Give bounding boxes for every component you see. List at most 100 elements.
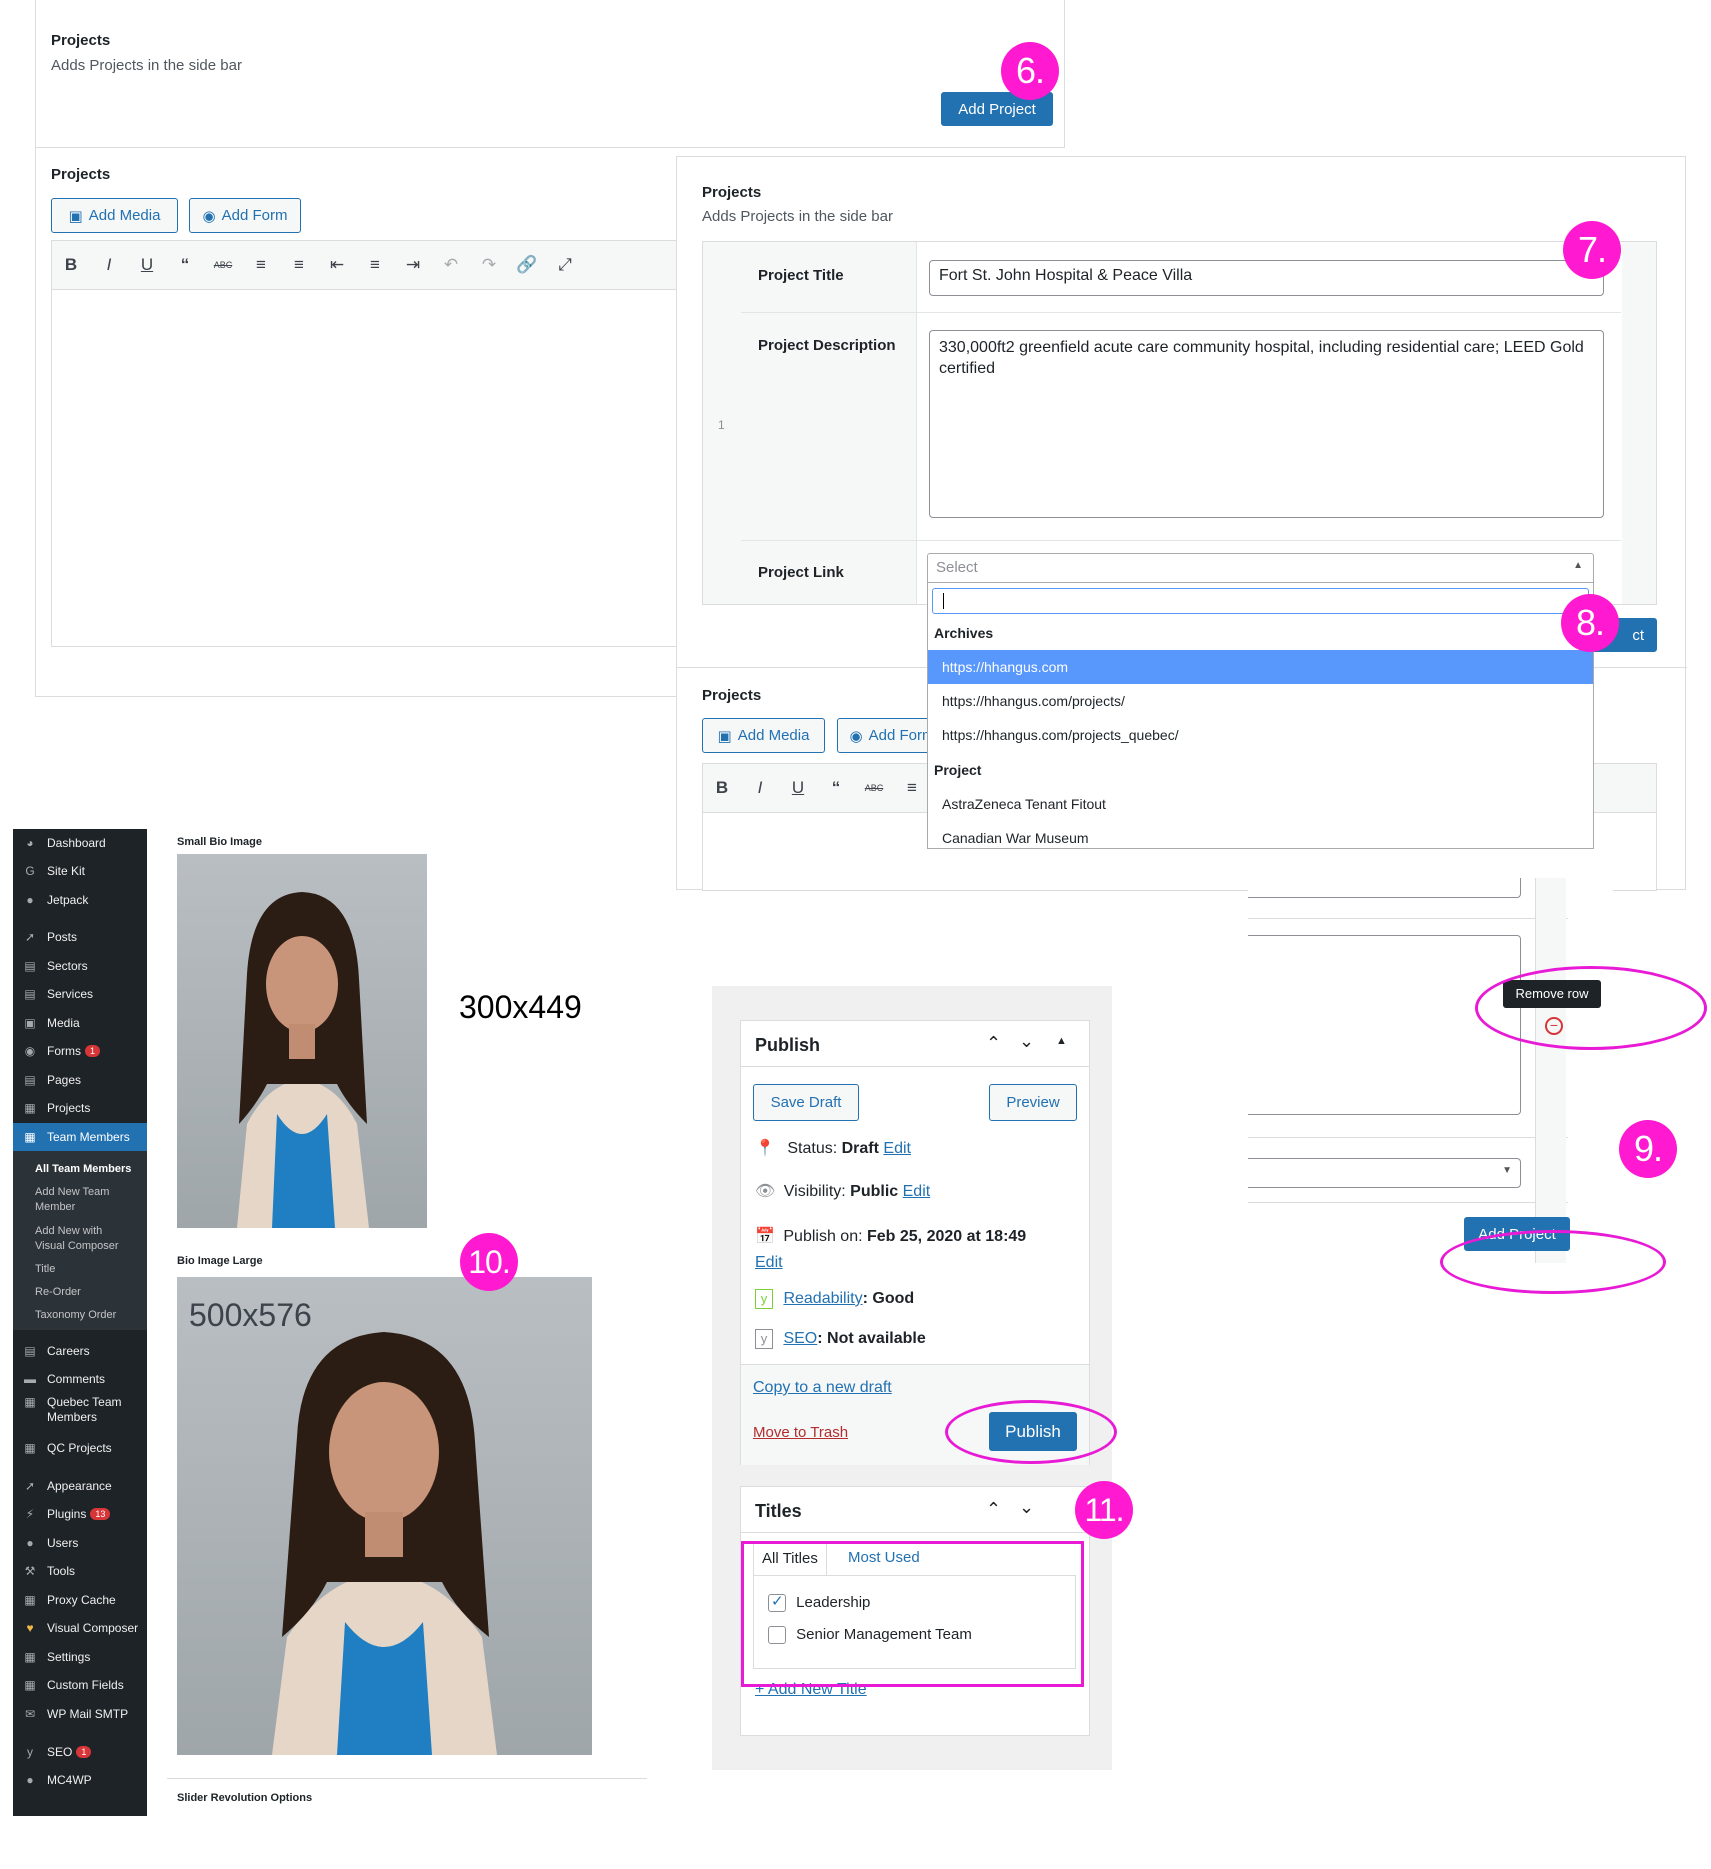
sidebar-item-visual-composer[interactable]: ♥ Visual Composer [13,1614,147,1642]
sidebar-item-settings[interactable]: ▦ Settings [13,1643,147,1671]
fragment-select[interactable]: ▼ [1248,1158,1521,1188]
chevron-up-icon[interactable]: ⌃ [986,1033,1001,1054]
move-to-trash-link[interactable]: Move to Trash [753,1424,848,1441]
dropdown-option[interactable]: https://hhangus.com [928,650,1593,684]
team-icon: ▦ [24,1130,36,1144]
step-10-badge: 10. [460,1233,518,1291]
second-projects-title: Projects [702,687,762,704]
repeater-add-project-label: ct [1632,626,1644,644]
publish-on-edit-link[interactable]: Edit [755,1254,783,1271]
forms-icon: ◉ [24,1044,36,1058]
row-handle[interactable]: 1 [703,242,742,604]
link-icon[interactable]: 🔗 [508,255,546,275]
dropdown-option[interactable]: https://hhangus.com/projects/ [928,684,1593,718]
sidebar-item-projects[interactable]: ▦ Projects [13,1094,147,1122]
preview-button[interactable]: Preview [989,1084,1077,1121]
small-bio-label: Small Bio Image [177,836,262,848]
bullet-list-icon[interactable]: ≡ [242,255,280,275]
small-bio-photo[interactable] [177,854,427,1228]
sidebar-item-team-members[interactable]: ▦ Team Members [13,1123,147,1151]
readability-link[interactable]: Readability [783,1290,862,1307]
repeater-table: 1 Project Title Fort St. John Hospital &… [702,241,1657,605]
chevron-down-icon[interactable]: ⌄ [1019,1497,1034,1518]
save-draft-button[interactable]: Save Draft [753,1084,859,1121]
slider-revolution-label: Slider Revolution Options [177,1792,313,1804]
sidebar-item-sectors[interactable]: ▤ Sectors [13,952,147,980]
italic-icon[interactable]: I [741,778,779,798]
collapse-toggle-icon[interactable]: ▲ [1056,1035,1067,1047]
submenu-all-team-members[interactable]: All Team Members [35,1162,131,1177]
project-title-input[interactable]: Fort St. John Hospital & Peace Villa [929,260,1604,296]
dropdown-option[interactable]: https://hhangus.com/projects_quebec/ [928,718,1593,752]
bullet-list-icon[interactable]: ≡ [893,778,931,798]
large-bio-photo[interactable]: 500x576 [177,1277,592,1755]
editor-content-area[interactable] [51,290,726,647]
add-form-button[interactable]: ◉ Add Form [189,198,301,233]
comments-icon: ▬ [24,1372,36,1386]
chevron-down-icon[interactable]: ⌄ [1019,1031,1034,1052]
sidebar-item-site-kit[interactable]: G Site Kit [13,857,147,885]
project-description-textarea[interactable]: 330,000ft2 greenfield acute care communi… [929,330,1604,518]
project-link-select[interactable]: Select ▲ [927,553,1594,583]
sidebar-item-careers[interactable]: ▤ Careers [13,1337,147,1365]
fullscreen-icon[interactable]: ⤢ [546,255,584,275]
sidebar-item-forms[interactable]: ◉ Forms 1 [13,1037,147,1065]
sidebar-item-proxy-cache[interactable]: ▦ Proxy Cache [13,1586,147,1614]
blockquote-icon[interactable]: “ [817,778,855,798]
submenu-add-new-vc[interactable]: Add New with Visual Composer [35,1224,135,1254]
sidebar-item-appearance[interactable]: ➚ Appearance [13,1472,147,1500]
submenu-add-new-team-member[interactable]: Add New Team Member [35,1185,125,1215]
copy-new-draft-link[interactable]: Copy to a new draft [753,1379,892,1397]
sidebar-item-services[interactable]: ▤ Services [13,980,147,1008]
submenu-taxonomy-order[interactable]: Taxonomy Order [35,1308,116,1323]
portrait-illustration [237,892,369,1228]
editor-projects-title: Projects [51,166,111,183]
seo-link[interactable]: SEO [783,1330,817,1347]
sidebar-item-dashboard[interactable]: ◕ Dashboard [13,829,147,857]
sidebar-item-qc-projects[interactable]: ▦ QC Projects [13,1434,147,1462]
sidebar-item-seo[interactable]: y SEO 1 [13,1738,147,1766]
strikethrough-icon[interactable]: ABC [855,783,893,793]
redo-icon[interactable]: ↷ [470,255,508,275]
add-media-button[interactable]: ▣ Add Media [51,198,178,233]
underline-icon[interactable]: U [128,255,166,275]
numbered-list-icon[interactable]: ≡ [280,255,318,275]
step-7-badge: 7. [1563,221,1621,279]
sidebar-item-posts[interactable]: ➚ Posts [13,923,147,951]
undo-icon[interactable]: ↶ [432,255,470,275]
dropdown-search-input[interactable] [932,588,1589,614]
strikethrough-icon[interactable]: ABC [204,260,242,270]
sidebar-item-wp-mail-smtp[interactable]: ✉ WP Mail SMTP [13,1700,147,1728]
small-bio-size: 300x449 [459,989,582,1025]
sidebar-item-pages[interactable]: ▤ Pages [13,1066,147,1094]
step-8-badge: 8. [1561,594,1619,652]
step-9-badge: 9. [1619,1120,1677,1178]
portrait-illustration [272,1332,497,1755]
sidebar-item-custom-fields[interactable]: ▦ Custom Fields [13,1671,147,1699]
dropdown-option[interactable]: Canadian War Museum [928,821,1593,848]
align-center-icon[interactable]: ≡ [356,255,394,275]
blockquote-icon[interactable]: “ [166,255,204,275]
submenu-reorder[interactable]: Re-Order [35,1285,81,1300]
sidebar-item-media[interactable]: ▣ Media [13,1009,147,1037]
align-right-icon[interactable]: ⇥ [394,255,432,275]
sidebar-item-jetpack[interactable]: ● Jetpack [13,886,147,914]
italic-icon[interactable]: I [90,255,128,275]
sidebar-item-tools[interactable]: ⚒ Tools [13,1557,147,1585]
status-edit-link[interactable]: Edit [883,1140,911,1157]
chevron-up-icon[interactable]: ⌃ [986,1499,1001,1520]
sidebar-item-mc4wp[interactable]: ● MC4WP [13,1766,147,1794]
bold-icon[interactable]: B [703,778,741,798]
second-add-media-button[interactable]: ▣ Add Media [702,718,825,753]
underline-icon[interactable]: U [779,778,817,798]
sidebar-item-comments[interactable]: ▬ Comments [13,1365,147,1393]
submenu-title[interactable]: Title [35,1262,55,1277]
dropdown-option[interactable]: AstraZeneca Tenant Fitout [928,787,1593,821]
align-left-icon[interactable]: ⇤ [318,255,356,275]
sidebar-item-users[interactable]: ● Users [13,1529,147,1557]
visibility-edit-link[interactable]: Edit [903,1183,931,1200]
bold-icon[interactable]: B [52,255,90,275]
sidebar-item-plugins[interactable]: ⚡ Plugins 13 [13,1500,147,1528]
sidebar-item-quebec-team[interactable]: ▦ Quebec Team Members [13,1395,147,1427]
step-11-badge: 11. [1075,1481,1133,1539]
